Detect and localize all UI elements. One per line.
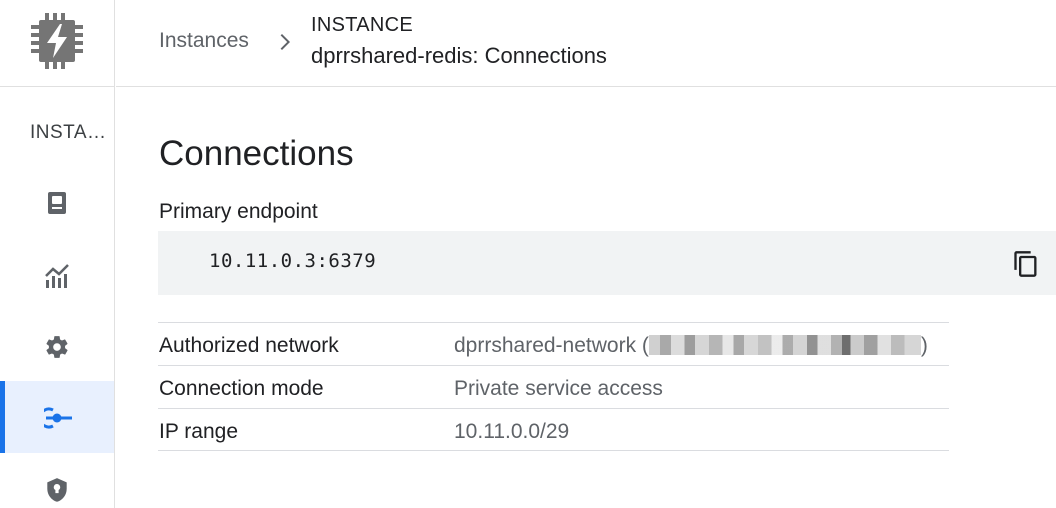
shield-icon: [47, 478, 67, 502]
memorystore-chip-icon: [31, 13, 83, 69]
rail-item-security[interactable]: [0, 453, 114, 508]
authorized-network-name: dprrshared-network (: [454, 334, 649, 357]
breadcrumb-kicker: INSTANCE: [311, 14, 414, 36]
copy-endpoint-button[interactable]: [1012, 250, 1040, 278]
connection-mode-value: Private service access: [454, 377, 663, 400]
table-row: IP range 10.11.0.0/29: [158, 408, 949, 451]
rail-item-monitoring[interactable]: [0, 238, 114, 310]
primary-endpoint-label: Primary endpoint: [159, 200, 318, 223]
primary-endpoint-value[interactable]: 10.11.0.3:6379: [209, 250, 376, 272]
authorized-network-label: Authorized network: [159, 334, 339, 357]
breadcrumb-instances-link[interactable]: Instances: [159, 29, 249, 53]
rail-section-label: INSTA…: [30, 122, 107, 143]
ip-range-label: IP range: [159, 420, 239, 443]
product-logo[interactable]: [0, 0, 115, 87]
connection-details-table: Authorized network dprrshared-network ()…: [158, 322, 949, 451]
authorized-network-value: dprrshared-network (): [454, 334, 928, 358]
breadcrumb-title: dprrshared-redis: Connections: [311, 43, 607, 68]
primary-endpoint-box: 10.11.0.3:6379: [158, 231, 1056, 295]
page-title: Connections: [159, 134, 354, 173]
redacted-network-id: [648, 334, 921, 355]
connection-mode-label: Connection mode: [159, 377, 324, 400]
chevron-right-icon: [280, 34, 290, 50]
table-row: Connection mode Private service access: [158, 365, 949, 408]
table-row: Authorized network dprrshared-network (): [158, 322, 949, 365]
gear-icon: [46, 336, 68, 358]
left-nav-rail: INSTA…: [0, 0, 115, 508]
rail-item-details[interactable]: [0, 166, 114, 238]
copy-icon: [1014, 251, 1037, 277]
monitoring-chart-icon: [45, 264, 69, 288]
authorized-network-close: ): [920, 334, 928, 357]
rail-item-connections[interactable]: [0, 381, 114, 453]
ip-range-value: 10.11.0.0/29: [454, 420, 570, 443]
connections-icon: [44, 407, 72, 429]
page-header: Instances INSTANCE dprrshared-redis: Con…: [116, 0, 1056, 87]
rail-item-settings[interactable]: [0, 310, 114, 382]
instance-details-icon: [48, 192, 66, 214]
